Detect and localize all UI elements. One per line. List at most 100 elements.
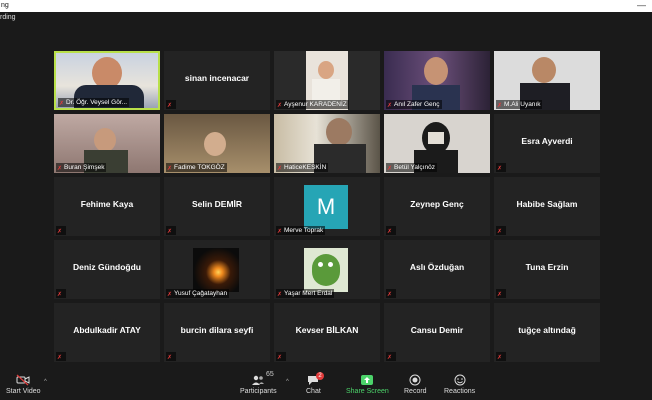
participant-name: Anıl Zafer Genç bbox=[394, 101, 440, 108]
muted-mic-icon: ✗ bbox=[387, 103, 393, 109]
participant-center-name: sinan incenacar bbox=[184, 73, 250, 83]
participants-options-caret[interactable]: ^ bbox=[286, 379, 289, 385]
participant-label: ✗ Ayşenur KARADENİZ bbox=[276, 100, 349, 109]
participant-label: ✗ Yusuf Çağatayhan bbox=[166, 289, 230, 298]
participant-tile[interactable]: Abdulkadir ATAY ✗ bbox=[54, 303, 160, 362]
muted-mic-icon: ✗ bbox=[277, 229, 283, 235]
participant-tile[interactable]: Cansu Demir ✗ bbox=[384, 303, 490, 362]
muted-mic-icon: ✗ bbox=[497, 166, 503, 172]
muted-mic-icon: ✗ bbox=[497, 355, 503, 361]
participant-tile[interactable]: sinan incenacar ✗ bbox=[164, 51, 270, 110]
participant-label: ✗ bbox=[56, 289, 66, 298]
participant-tile[interactable]: Kevser BİLKAN ✗ bbox=[274, 303, 380, 362]
share-screen-button[interactable]: Share Screen bbox=[346, 374, 389, 395]
participant-label: ✗ Betül Yalçınöz bbox=[386, 163, 437, 172]
participant-label: ✗ bbox=[166, 100, 176, 109]
record-icon bbox=[409, 374, 421, 386]
muted-mic-icon: ✗ bbox=[387, 292, 393, 298]
participant-center-name: Abdulkadir ATAY bbox=[73, 325, 141, 335]
participant-label: ✗ Fadime TOKGÖZ bbox=[166, 163, 227, 172]
chat-unread-badge: 2 bbox=[316, 372, 324, 380]
participant-tile[interactable]: Zeynep Genç ✗ bbox=[384, 177, 490, 236]
recording-label: rding bbox=[0, 14, 16, 21]
participant-tile[interactable]: ✗ Betül Yalçınöz bbox=[384, 114, 490, 173]
window-titlebar: ng — bbox=[0, 0, 652, 12]
participant-name: Yaşar Mert Erdal bbox=[284, 290, 333, 297]
participant-name: Ayşenur KARADENİZ bbox=[284, 101, 347, 108]
participant-label: ✗ bbox=[276, 352, 286, 361]
participant-tile[interactable]: Esra Ayverdi ✗ bbox=[494, 114, 600, 173]
minimize-button[interactable]: — bbox=[637, 0, 646, 11]
participant-tile[interactable]: Selin DEMİR ✗ bbox=[164, 177, 270, 236]
muted-mic-icon: ✗ bbox=[387, 229, 393, 235]
participant-name: HaticeKESKİN bbox=[284, 164, 327, 171]
chat-label: Chat bbox=[306, 388, 321, 395]
participant-tile[interactable]: Fehime Kaya ✗ bbox=[54, 177, 160, 236]
participant-name: Dr. Öğr. Veysel Gör... bbox=[66, 99, 128, 106]
participant-tile[interactable]: ✗ Yaşar Mert Erdal bbox=[274, 240, 380, 299]
participant-tile[interactable]: ✗ Fadime TOKGÖZ bbox=[164, 114, 270, 173]
muted-mic-icon: ✗ bbox=[167, 355, 173, 361]
participant-name: Betül Yalçınöz bbox=[394, 164, 435, 171]
record-button[interactable]: Record bbox=[404, 374, 427, 395]
participant-center-name: Fehime Kaya bbox=[80, 199, 134, 209]
muted-mic-icon: ✗ bbox=[57, 355, 63, 361]
participant-tile[interactable]: M ✗ Merve Toprak bbox=[274, 177, 380, 236]
participant-tile[interactable]: Aslı Özduğan ✗ bbox=[384, 240, 490, 299]
video-options-caret[interactable]: ^ bbox=[44, 379, 47, 385]
participant-tile[interactable]: ✗ Anıl Zafer Genç bbox=[384, 51, 490, 110]
participant-tile[interactable]: ✗ Ayşenur KARADENİZ bbox=[274, 51, 380, 110]
participant-tile[interactable]: Deniz Gündoğdu ✗ bbox=[54, 240, 160, 299]
participant-tile[interactable]: ✗ Buran Şimşek bbox=[54, 114, 160, 173]
participant-tile[interactable]: tuğçe altındağ ✗ bbox=[494, 303, 600, 362]
participant-label: ✗ bbox=[496, 163, 506, 172]
video-off-icon bbox=[16, 374, 30, 386]
record-label: Record bbox=[404, 388, 427, 395]
participant-tile[interactable]: Habibe Sağlam ✗ bbox=[494, 177, 600, 236]
participant-tile[interactable]: ✗ Dr. Öğr. Veysel Gör... bbox=[54, 51, 160, 110]
participant-label: ✗ bbox=[496, 226, 506, 235]
participant-label: ✗ HaticeKESKİN bbox=[276, 163, 329, 172]
window-title: ng bbox=[1, 2, 9, 9]
participant-label: ✗ bbox=[496, 352, 506, 361]
participant-center-name: Selin DEMİR bbox=[191, 199, 243, 209]
participant-label: ✗ bbox=[166, 226, 176, 235]
reactions-button[interactable]: Reactions bbox=[444, 374, 475, 395]
muted-mic-icon: ✗ bbox=[59, 101, 65, 107]
participant-center-name: Deniz Gündoğdu bbox=[73, 262, 141, 272]
muted-mic-icon: ✗ bbox=[387, 166, 393, 172]
participant-label: ✗ bbox=[56, 352, 66, 361]
participant-name: Buran Şimşek bbox=[64, 164, 105, 171]
participant-label: ✗ bbox=[386, 352, 396, 361]
muted-mic-icon: ✗ bbox=[57, 229, 63, 235]
reactions-icon bbox=[454, 374, 466, 386]
muted-mic-icon: ✗ bbox=[277, 103, 283, 109]
participant-label: ✗ Merve Toprak bbox=[276, 226, 326, 235]
muted-mic-icon: ✗ bbox=[167, 166, 173, 172]
participant-avatar: M bbox=[304, 185, 348, 229]
muted-mic-icon: ✗ bbox=[167, 292, 173, 298]
muted-mic-icon: ✗ bbox=[57, 292, 63, 298]
participant-tile[interactable]: ✗ M.Ali Uyanık bbox=[494, 51, 600, 110]
participant-tile[interactable]: ✗ HaticeKESKİN bbox=[274, 114, 380, 173]
participant-tile[interactable]: ✗ Yusuf Çağatayhan bbox=[164, 240, 270, 299]
chat-button[interactable]: 2 Chat bbox=[306, 372, 324, 395]
participant-label: ✗ M.Ali Uyanık bbox=[496, 100, 543, 109]
participant-center-name: Esra Ayverdi bbox=[521, 136, 573, 146]
participants-count: 65 bbox=[266, 371, 274, 378]
reactions-label: Reactions bbox=[444, 388, 476, 395]
participant-tile[interactable]: Tuna Erzin ✗ bbox=[494, 240, 600, 299]
participant-label: ✗ Buran Şimşek bbox=[56, 163, 107, 172]
participant-name: Fadime TOKGÖZ bbox=[174, 164, 225, 171]
profile-picture bbox=[193, 248, 239, 292]
start-video-button[interactable]: Start Video bbox=[6, 374, 41, 395]
participant-tile[interactable]: burcin dilara seyfi ✗ bbox=[164, 303, 270, 362]
participant-label: ✗ bbox=[386, 226, 396, 235]
participant-name: M.Ali Uyanık bbox=[504, 101, 541, 108]
participant-label: ✗ bbox=[496, 289, 506, 298]
muted-mic-icon: ✗ bbox=[497, 103, 503, 109]
participant-center-name: Zeynep Genç bbox=[410, 199, 464, 209]
participant-label: ✗ Anıl Zafer Genç bbox=[386, 100, 442, 109]
muted-mic-icon: ✗ bbox=[497, 292, 503, 298]
participant-center-name: Aslı Özduğan bbox=[409, 262, 465, 272]
